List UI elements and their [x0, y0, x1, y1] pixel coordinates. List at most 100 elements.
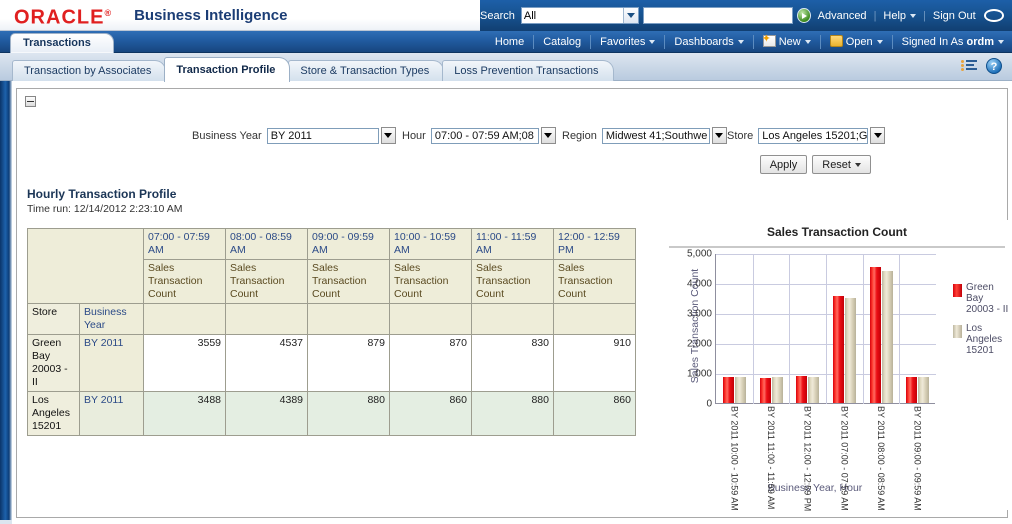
- prompt-region: Region Midwest 41;Southwe: [562, 127, 727, 144]
- table-measure-header[interactable]: Sales Transaction Count: [308, 260, 390, 304]
- table-column-group-header[interactable]: 08:00 - 08:59 AM: [226, 229, 308, 260]
- table-measure-header[interactable]: Sales Transaction Count: [472, 260, 554, 304]
- nav-open[interactable]: Open: [830, 35, 883, 48]
- chart-gridline-vertical: [826, 254, 827, 404]
- nav-favorites[interactable]: Favorites: [600, 36, 655, 48]
- chart-bar[interactable]: [918, 377, 929, 403]
- tab-transaction-profile[interactable]: Transaction Profile: [164, 57, 290, 82]
- table-measure-header[interactable]: Sales Transaction Count: [226, 260, 308, 304]
- search-scope-wrap[interactable]: All: [521, 7, 639, 24]
- reset-button[interactable]: Reset: [812, 155, 871, 174]
- chevron-down-icon: [805, 40, 811, 44]
- chart-bar[interactable]: [833, 296, 844, 403]
- chevron-down-icon[interactable]: [541, 127, 556, 144]
- prompt-store: StoreLos Angeles 15201;G: [727, 127, 885, 144]
- table-measure-header[interactable]: Sales Transaction Count: [390, 260, 472, 304]
- sign-out-link[interactable]: Sign Out: [933, 10, 976, 22]
- table-cell-value: 910: [554, 335, 636, 392]
- table-cell-value: 4537: [226, 335, 308, 392]
- table-blank-header-cell: [308, 304, 390, 335]
- divider: [892, 35, 893, 49]
- chevron-down-icon[interactable]: [870, 127, 885, 144]
- chart-y-tick: 0: [706, 399, 712, 410]
- advanced-link[interactable]: Advanced: [818, 10, 867, 22]
- collapse-section-icon[interactable]: [25, 96, 36, 107]
- pivot-table: 07:00 - 07:59 AM08:00 - 08:59 AM09:00 - …: [27, 228, 636, 436]
- search-input[interactable]: [643, 7, 793, 24]
- help-menu[interactable]: Help: [883, 10, 916, 22]
- chart-gridline-vertical: [753, 254, 754, 404]
- tab-loss-prevention-transactions[interactable]: Loss Prevention Transactions: [442, 60, 613, 82]
- nav-catalog[interactable]: Catalog: [543, 36, 581, 48]
- chart-legend-item[interactable]: Green Bay 20003 - II: [953, 282, 1009, 315]
- table-cell-store[interactable]: Los Angeles 15201: [28, 392, 80, 436]
- chart-bar[interactable]: [772, 377, 783, 403]
- table-cell-business-year[interactable]: BY 2011: [80, 392, 144, 436]
- table-measure-header[interactable]: Sales Transaction Count: [554, 260, 636, 304]
- table-row-header-business-year[interactable]: Business Year: [80, 304, 144, 335]
- chevron-down-icon: [855, 163, 861, 167]
- chart-legend-swatch: [953, 325, 962, 338]
- prompt-value-field[interactable]: 07:00 - 07:59 AM;08: [431, 128, 539, 144]
- prompt-value-field[interactable]: BY 2011: [267, 128, 379, 144]
- prompt-value-field[interactable]: Los Angeles 15201;G: [758, 128, 868, 144]
- table-column-group-header[interactable]: 11:00 - 11:59 AM: [472, 229, 554, 260]
- apply-button[interactable]: Apply: [760, 155, 808, 174]
- chart-bar-group: [796, 376, 819, 403]
- prompt-value-field[interactable]: Midwest 41;Southwe: [602, 128, 710, 144]
- table-cell-business-year[interactable]: BY 2011: [80, 335, 144, 392]
- tab-transaction-by-associates[interactable]: Transaction by Associates: [12, 60, 166, 82]
- chart-bar[interactable]: [906, 377, 917, 403]
- table-blank-header-cell: [390, 304, 472, 335]
- nav-favorites-label: Favorites: [600, 36, 645, 48]
- chevron-down-icon[interactable]: [381, 127, 396, 144]
- help-icon[interactable]: ?: [986, 58, 1002, 74]
- user-avatar-icon[interactable]: [984, 9, 1004, 22]
- table-row-header-store[interactable]: Store: [28, 304, 80, 335]
- chart-bar[interactable]: [870, 267, 881, 403]
- folder-open-icon: [830, 35, 843, 47]
- chevron-down-icon: [738, 40, 744, 44]
- nav-new-label: New: [779, 36, 801, 48]
- nav-signed-in-as[interactable]: Signed In As ordm: [902, 36, 1004, 48]
- table-measure-header[interactable]: Sales Transaction Count: [144, 260, 226, 304]
- chart-gridline-vertical: [899, 254, 900, 404]
- chart-bar[interactable]: [808, 377, 819, 403]
- nav-home[interactable]: Home: [495, 36, 524, 48]
- page-tab-transactions[interactable]: Transactions: [10, 33, 114, 53]
- chart-x-tick: BY 2011 09:00 - 09:59 AM: [913, 406, 922, 462]
- chevron-down-icon: [877, 40, 883, 44]
- table-cell-value: 879: [308, 335, 390, 392]
- table-column-group-header[interactable]: 12:00 - 12:59 PM: [554, 229, 636, 260]
- oracle-logo: ORACLE®: [14, 3, 112, 28]
- chart-bar[interactable]: [723, 377, 734, 403]
- table-cell-value: 870: [390, 335, 472, 392]
- tab-store-and-transaction-types[interactable]: Store & Transaction Types: [288, 60, 444, 82]
- table-cell-value: 880: [308, 392, 390, 436]
- bar-chart: Sales Transaction Count Sales Transactio…: [665, 220, 1009, 510]
- chart-bar[interactable]: [882, 271, 893, 403]
- search-go-icon[interactable]: [797, 8, 811, 23]
- table-blank-header-cell: [554, 304, 636, 335]
- table-column-group-header[interactable]: 10:00 - 10:59 AM: [390, 229, 472, 260]
- chart-legend-label: Los Angeles 15201: [966, 323, 1009, 356]
- chart-bar[interactable]: [845, 298, 856, 403]
- table-cell-store[interactable]: Green Bay 20003 - II: [28, 335, 80, 392]
- prompt-label: Region: [562, 130, 597, 142]
- chart-bar[interactable]: [735, 377, 746, 403]
- search-scope-select[interactable]: All: [521, 7, 639, 24]
- table-column-group-header[interactable]: 09:00 - 09:59 AM: [308, 229, 390, 260]
- nav-dashboards[interactable]: Dashboards: [674, 36, 743, 48]
- chart-bar[interactable]: [760, 378, 771, 403]
- table-column-group-header[interactable]: 07:00 - 07:59 AM: [144, 229, 226, 260]
- branding: ORACLE® Business Intelligence: [14, 3, 287, 28]
- chart-legend-label: Green Bay 20003 - II: [966, 282, 1009, 315]
- chevron-down-icon[interactable]: [712, 127, 727, 144]
- chart-bar[interactable]: [796, 376, 807, 403]
- page-options-icon[interactable]: [961, 59, 978, 74]
- chart-x-tick: BY 2011 11:00 - 11:59 AM: [766, 406, 775, 462]
- divider: [590, 35, 591, 49]
- chart-legend-item[interactable]: Los Angeles 15201: [953, 323, 1009, 356]
- reset-button-label: Reset: [822, 159, 851, 171]
- nav-new[interactable]: New: [763, 35, 811, 48]
